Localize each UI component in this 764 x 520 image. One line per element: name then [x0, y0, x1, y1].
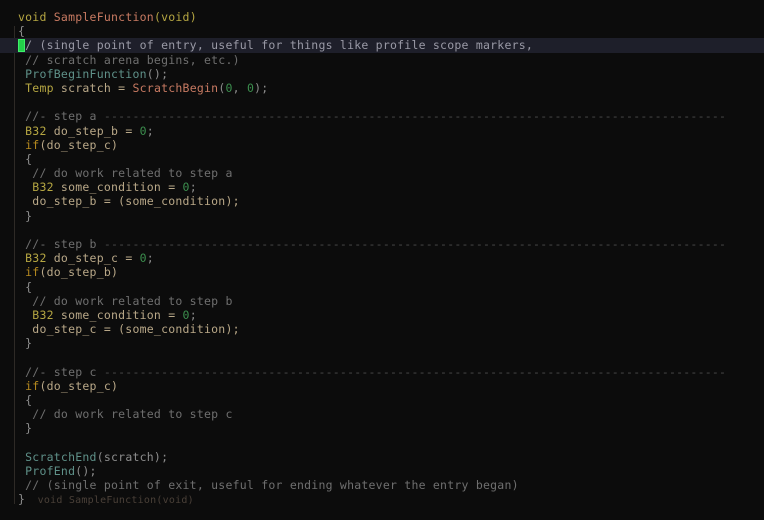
code-line-separator[interactable]: //- step a -----------------------------…	[0, 109, 764, 123]
token-number: 0	[225, 80, 233, 95]
token-brace: }	[18, 421, 33, 436]
code-line[interactable]: B32 do_step_b = 0;	[0, 124, 764, 138]
code-line[interactable]: if(do_step_c)	[0, 138, 764, 152]
token-separator-rule: ----------------------------------------…	[103, 364, 727, 379]
code-line[interactable]: if(do_step_c)	[0, 379, 764, 393]
token-brace: {	[18, 393, 33, 408]
code-line[interactable]: B32 some_condition = 0;	[0, 180, 764, 194]
token-type: B32	[18, 251, 47, 266]
code-line[interactable]: }	[0, 421, 764, 435]
code-line[interactable]: do_step_c = (some_condition);	[0, 322, 764, 336]
token-number: 0	[182, 307, 190, 322]
code-line[interactable]: {	[0, 280, 764, 294]
token-punct: ;	[189, 180, 197, 195]
token-brace: {	[18, 279, 33, 294]
token-punct: ;	[146, 251, 154, 266]
token-punct: (scratch);	[96, 449, 169, 464]
code-line[interactable]: ScratchEnd(scratch);	[0, 450, 764, 464]
code-line-blank[interactable]	[0, 95, 764, 109]
code-line[interactable]: {	[0, 393, 764, 407]
code-line-blank[interactable]	[0, 223, 764, 237]
token-comment: // (single point of entry, useful for th…	[18, 38, 534, 53]
token-brace: }	[18, 208, 33, 223]
token-comment: //- step a	[18, 109, 104, 124]
code-line[interactable]: B32 do_step_c = 0;	[0, 251, 764, 265]
token-params: (void)	[153, 10, 197, 24]
token-function-call: ScratchBegin	[132, 80, 219, 95]
token-function-name: SampleFunction	[53, 10, 154, 24]
token-identifier: do_step_c =	[46, 251, 140, 266]
token-identifier: (do_step_c)	[39, 137, 119, 152]
token-type: Temp	[18, 80, 54, 95]
token-punct: ;	[189, 307, 197, 322]
code-line-blank[interactable]	[0, 436, 764, 450]
token-type: B32	[18, 307, 54, 322]
token-identifier: do_step_b = (some_condition);	[18, 194, 240, 209]
token-brace: {	[18, 24, 26, 39]
code-line-separator[interactable]: //- step b -----------------------------…	[0, 237, 764, 251]
token-comment: //- step c	[18, 364, 104, 379]
token-keyword: if	[18, 137, 40, 152]
token-keyword: if	[18, 378, 40, 393]
code-line[interactable]: Temp scratch = ScratchBegin(0, 0);	[0, 81, 764, 95]
token-comment: //- step b	[18, 237, 104, 251]
code-line[interactable]: }	[0, 209, 764, 223]
text-cursor	[18, 39, 25, 52]
code-line-closing[interactable]: } void SampleFunction(void)	[0, 492, 764, 506]
token-number: 0	[182, 180, 190, 195]
code-line-current[interactable]: // (single point of entry, useful for th…	[0, 38, 764, 53]
token-comment: // (single point of exit, useful for end…	[18, 478, 519, 493]
token-punct: ();	[146, 66, 169, 81]
token-punct: ();	[75, 464, 97, 478]
code-line[interactable]: if(do_step_b)	[0, 265, 764, 279]
token-comment: // scratch arena begins, etc.)	[18, 52, 240, 67]
code-line[interactable]: // scratch arena begins, etc.)	[0, 53, 764, 67]
token-type: B32	[18, 180, 54, 195]
token-identifier: (do_step_b)	[39, 265, 119, 280]
token-brace: }	[18, 336, 33, 351]
token-number: 0	[139, 251, 147, 266]
code-line[interactable]: ProfBeginFunction();	[0, 67, 764, 81]
token-punct: ,	[232, 80, 247, 95]
scope-annotation: void SampleFunction(void)	[25, 495, 194, 507]
token-punct: ;	[146, 123, 154, 138]
code-line[interactable]: do_step_b = (some_condition);	[0, 194, 764, 208]
code-line[interactable]: {	[0, 152, 764, 166]
code-line[interactable]: }	[0, 336, 764, 350]
token-brace: {	[18, 151, 33, 166]
token-type: B32	[18, 123, 47, 138]
token-separator-rule: ----------------------------------------…	[103, 237, 727, 251]
code-line[interactable]: ProfEnd();	[0, 464, 764, 478]
token-identifier: scratch =	[53, 80, 133, 95]
token-separator-rule: ----------------------------------------…	[103, 109, 727, 124]
token-type: void	[18, 10, 54, 24]
code-line[interactable]: // do work related to step a	[0, 166, 764, 180]
code-editor[interactable]: void SampleFunction(void) { // (single p…	[0, 0, 764, 520]
token-identifier: do_step_c = (some_condition);	[18, 322, 240, 337]
token-comment: // do work related to step a	[18, 166, 233, 181]
token-call: ProfBeginFunction	[18, 66, 147, 81]
code-line-blank[interactable]	[0, 351, 764, 365]
code-line[interactable]: B32 some_condition = 0;	[0, 308, 764, 322]
token-identifier: some_condition =	[53, 180, 183, 195]
token-keyword: if	[18, 265, 40, 280]
code-line[interactable]: // do work related to step c	[0, 407, 764, 421]
code-line[interactable]: // do work related to step b	[0, 294, 764, 308]
code-line[interactable]: {	[0, 24, 764, 38]
token-identifier: some_condition =	[53, 307, 183, 322]
token-comment: // do work related to step b	[18, 293, 233, 308]
token-identifier: do_step_b =	[46, 123, 140, 138]
code-line[interactable]: // (single point of exit, useful for end…	[0, 478, 764, 492]
token-comment: // do work related to step c	[18, 407, 233, 422]
token-punct: );	[254, 80, 269, 95]
token-call: ScratchEnd	[18, 449, 97, 464]
token-identifier: (do_step_c)	[39, 378, 119, 393]
code-line[interactable]: void SampleFunction(void)	[0, 10, 764, 24]
token-number: 0	[139, 123, 147, 138]
token-call: ProfEnd	[18, 464, 76, 478]
code-line-separator[interactable]: //- step c -----------------------------…	[0, 365, 764, 379]
